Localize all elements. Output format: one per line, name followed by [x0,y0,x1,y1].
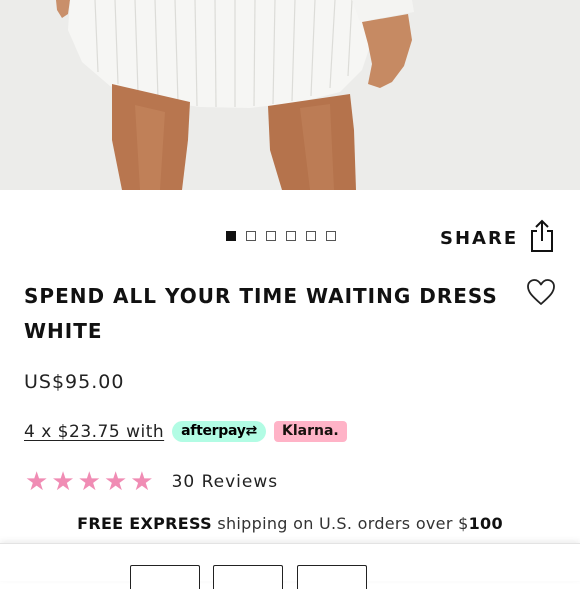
star-icon: ★ [77,467,101,497]
product-title: SPEND ALL YOUR TIME WAITING DRESS WHITE [24,284,498,343]
star-icon: ★ [25,467,49,497]
star-icon: ★ [130,467,154,497]
share-icon [528,219,556,257]
carousel-dot[interactable] [266,231,276,241]
carousel-indicators [226,231,336,241]
klarna-badge[interactable]: Klarna. [273,421,347,442]
size-option-button[interactable] [130,565,200,589]
reviews-link[interactable]: 30 Reviews [172,472,279,492]
afterpay-label: afterpay [181,423,246,439]
star-icon: ★ [103,467,128,497]
share-button[interactable]: SHARE [440,219,556,257]
shipping-amount: 100 [468,514,503,533]
star-rating: ★ ★ ★ ★ ★ [25,469,154,495]
heart-icon [527,279,555,305]
carousel-dot[interactable] [246,231,256,241]
carousel-dot[interactable] [226,231,236,241]
product-price: US$95.00 [24,371,125,393]
afterpay-arrows-icon: ⇄ [245,423,258,439]
shipping-note: FREE EXPRESS shipping on U.S. orders ove… [0,514,580,533]
carousel-dot[interactable] [306,231,316,241]
star-icon: ★ [51,467,75,497]
installment-row: 4 x $23.75 with afterpay⇄ Klarna. [24,421,347,442]
rating-row: ★ ★ ★ ★ ★ 30 Reviews [25,469,278,495]
carousel-dot[interactable] [286,231,296,241]
size-option-button[interactable] [297,565,367,589]
bottom-bar [0,543,580,589]
share-label: SHARE [440,227,519,249]
shipping-bold: FREE EXPRESS [77,514,212,533]
product-photo [0,0,580,190]
installment-link[interactable]: 4 x $23.75 with [24,422,164,442]
carousel-dot[interactable] [326,231,336,241]
wishlist-button[interactable] [526,278,556,310]
size-option-button[interactable] [213,565,283,589]
afterpay-badge[interactable]: afterpay⇄ [172,421,266,442]
product-image[interactable] [0,0,580,190]
shipping-text: shipping on U.S. orders over $ [211,514,469,533]
